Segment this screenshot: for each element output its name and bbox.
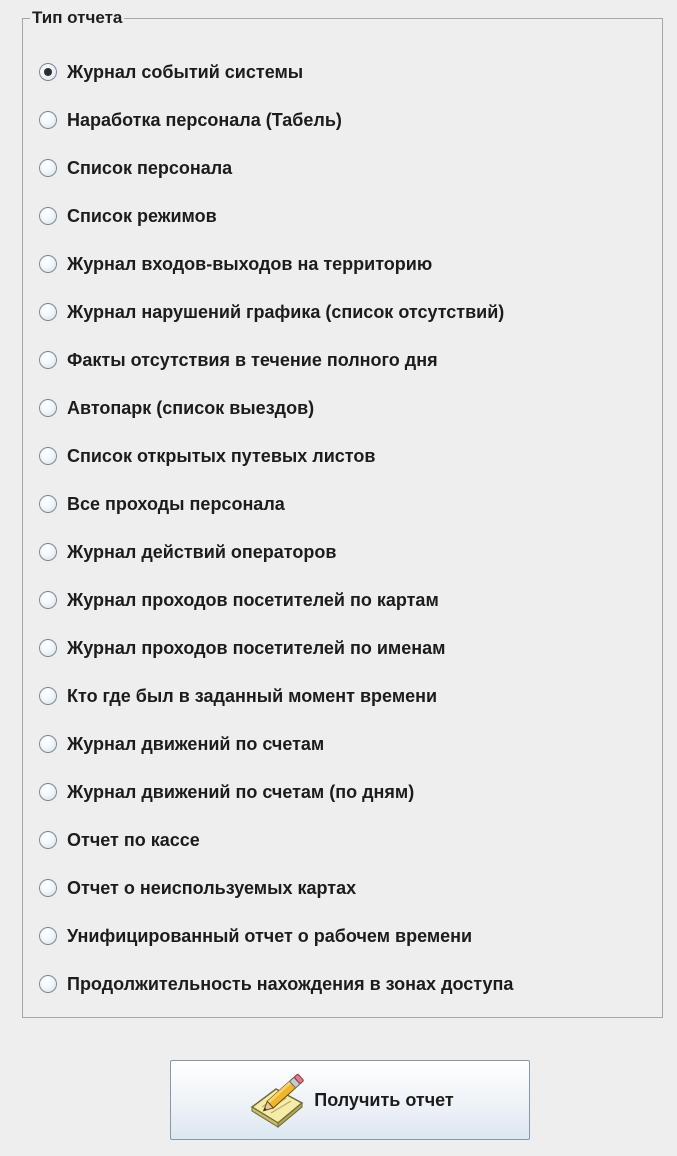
report-option-all-staff-passages[interactable]: Все проходы персонала bbox=[39, 489, 285, 519]
report-option-staff-list[interactable]: Список персонала bbox=[39, 153, 232, 183]
report-option-label: Журнал событий системы bbox=[67, 61, 304, 82]
radio-button[interactable] bbox=[39, 399, 57, 417]
report-option-operator-actions[interactable]: Журнал действий операторов bbox=[39, 537, 336, 567]
radio-button[interactable] bbox=[39, 255, 57, 273]
radio-button[interactable] bbox=[39, 303, 57, 321]
report-option-label: Автопарк (список выездов) bbox=[67, 397, 315, 418]
radio-button[interactable] bbox=[39, 735, 57, 753]
report-option-full-day-absence[interactable]: Факты отсутствия в течение полного дня bbox=[39, 345, 438, 375]
radio-button[interactable] bbox=[39, 495, 57, 513]
report-option-label: Отчет по кассе bbox=[67, 829, 200, 850]
report-option-cash-desk[interactable]: Отчет по кассе bbox=[39, 825, 200, 855]
notepad-pencil-icon bbox=[246, 1067, 312, 1133]
report-option-label: Журнал нарушений графика (список отсутст… bbox=[67, 301, 505, 322]
report-option-label: Список персонала bbox=[67, 157, 233, 178]
report-type-group: Тип отчета Журнал событий системы Нарабо… bbox=[22, 8, 663, 1018]
report-type-title: Тип отчета bbox=[30, 8, 125, 28]
report-option-label: Продолжительность нахождения в зонах дос… bbox=[67, 973, 514, 994]
report-option-visitors-by-cards[interactable]: Журнал проходов посетителей по картам bbox=[39, 585, 439, 615]
report-option-label: Все проходы персонала bbox=[67, 493, 285, 514]
report-option-unified-work-time[interactable]: Унифицированный отчет о рабочем времени bbox=[39, 921, 472, 951]
report-option-account-movements-by-day[interactable]: Журнал движений по счетам (по дням) bbox=[39, 777, 414, 807]
report-option-label: Наработка персонала (Табель) bbox=[67, 109, 342, 130]
radio-button[interactable] bbox=[39, 111, 57, 129]
report-option-label: Журнал движений по счетам (по дням) bbox=[67, 781, 415, 802]
report-option-label: Список открытых путевых листов bbox=[67, 445, 376, 466]
report-option-label: Список режимов bbox=[67, 205, 217, 226]
report-option-entry-exit-log[interactable]: Журнал входов-выходов на территорию bbox=[39, 249, 432, 279]
report-option-label: Журнал действий операторов bbox=[67, 541, 337, 562]
radio-button-selected[interactable] bbox=[39, 63, 57, 81]
radio-button[interactable] bbox=[39, 975, 57, 993]
report-option-label: Факты отсутствия в течение полного дня bbox=[67, 349, 438, 370]
report-option-label: Журнал проходов посетителей по картам bbox=[67, 589, 439, 610]
report-option-timesheet[interactable]: Наработка персонала (Табель) bbox=[39, 105, 342, 135]
radio-button[interactable] bbox=[39, 351, 57, 369]
radio-button[interactable] bbox=[39, 207, 57, 225]
get-report-label: Получить отчет bbox=[314, 1089, 454, 1110]
report-option-label: Журнал проходов посетителей по именам bbox=[67, 637, 446, 658]
radio-button[interactable] bbox=[39, 591, 57, 609]
report-option-vehicle-fleet[interactable]: Автопарк (список выездов) bbox=[39, 393, 314, 423]
report-option-who-was-where[interactable]: Кто где был в заданный момент времени bbox=[39, 681, 437, 711]
radio-button[interactable] bbox=[39, 543, 57, 561]
report-option-system-events-log[interactable]: Журнал событий системы bbox=[39, 57, 303, 87]
report-option-account-movements[interactable]: Журнал движений по счетам bbox=[39, 729, 324, 759]
radio-button[interactable] bbox=[39, 783, 57, 801]
report-option-label: Журнал движений по счетам bbox=[67, 733, 325, 754]
report-option-modes-list[interactable]: Список режимов bbox=[39, 201, 217, 231]
report-option-label: Кто где был в заданный момент времени bbox=[67, 685, 438, 706]
report-option-unused-cards[interactable]: Отчет о неиспользуемых картах bbox=[39, 873, 356, 903]
report-option-label: Журнал входов-выходов на территорию bbox=[67, 253, 433, 274]
radio-button[interactable] bbox=[39, 831, 57, 849]
radio-button[interactable] bbox=[39, 447, 57, 465]
radio-button[interactable] bbox=[39, 879, 57, 897]
report-option-schedule-violations[interactable]: Журнал нарушений графика (список отсутст… bbox=[39, 297, 504, 327]
radio-button[interactable] bbox=[39, 687, 57, 705]
radio-button[interactable] bbox=[39, 927, 57, 945]
report-option-label: Отчет о неиспользуемых картах bbox=[67, 877, 357, 898]
report-option-access-zone-duration[interactable]: Продолжительность нахождения в зонах дос… bbox=[39, 969, 513, 999]
report-option-label: Унифицированный отчет о рабочем времени bbox=[67, 925, 473, 946]
radio-button[interactable] bbox=[39, 159, 57, 177]
report-option-open-waybills[interactable]: Список открытых путевых листов bbox=[39, 441, 375, 471]
radio-button[interactable] bbox=[39, 639, 57, 657]
report-option-visitors-by-names[interactable]: Журнал проходов посетителей по именам bbox=[39, 633, 445, 663]
get-report-button[interactable]: Получить отчет bbox=[170, 1060, 530, 1140]
